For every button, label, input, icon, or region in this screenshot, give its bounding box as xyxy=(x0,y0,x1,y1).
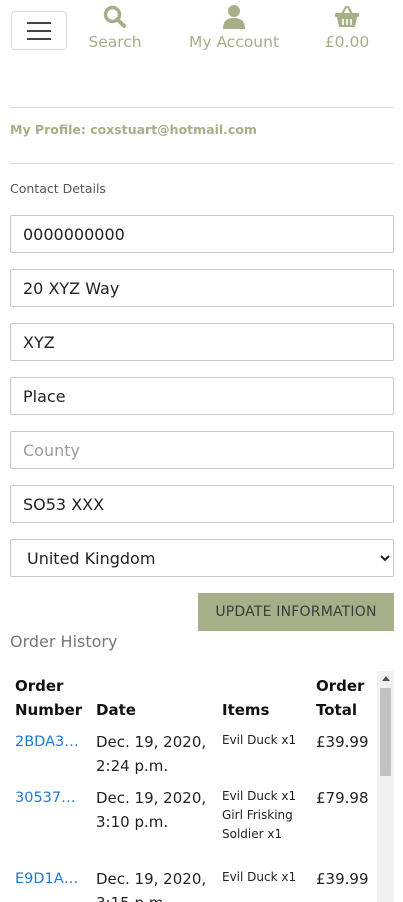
divider xyxy=(10,107,394,108)
order-total: £39.99 xyxy=(316,870,369,888)
column-header-order-total: Order Total xyxy=(316,677,365,719)
order-number-link[interactable]: E9D1A… xyxy=(15,867,85,891)
address-line1-field[interactable] xyxy=(10,269,394,307)
divider xyxy=(10,163,394,164)
order-history-heading: Order History xyxy=(10,632,118,651)
phone-field[interactable] xyxy=(10,215,394,253)
order-items: Evil Duck x1 xyxy=(222,870,297,884)
nav-account-link[interactable]: My Account xyxy=(184,4,284,52)
nav-search-link[interactable]: Search xyxy=(84,4,146,52)
basket-icon xyxy=(335,5,359,27)
nav-search-label: Search xyxy=(88,33,142,51)
nav-account-label: My Account xyxy=(188,33,280,51)
order-total: £39.99 xyxy=(316,733,369,751)
basket-total: £0.00 xyxy=(324,33,370,51)
county-field[interactable] xyxy=(10,431,394,469)
town-field[interactable] xyxy=(10,377,394,415)
column-header-order-number: Order Number xyxy=(15,677,83,719)
column-header-date: Date xyxy=(96,701,136,719)
contact-details-heading: Contact Details xyxy=(10,181,106,196)
table-scrollbar[interactable] xyxy=(377,671,394,902)
nav-basket-link[interactable]: £0.00 xyxy=(320,4,374,52)
order-date: Dec. 19, 2020, 3:15 p.m. xyxy=(96,870,207,902)
order-history-table: Order Number Date Items Order Total 2BDA… xyxy=(10,671,394,902)
search-icon xyxy=(103,5,126,28)
column-header-items: Items xyxy=(222,701,270,719)
order-total: £79.98 xyxy=(316,789,369,807)
order-items: Evil Duck x1 Girl Frisking Soldier x1 xyxy=(222,789,297,841)
profile-title: My Profile: coxstuart@hotmail.com xyxy=(10,122,257,137)
address-line2-field[interactable] xyxy=(10,323,394,361)
menu-icon-bar xyxy=(27,21,51,24)
order-date: Dec. 19, 2020, 3:10 p.m. xyxy=(96,789,207,831)
menu-icon-bar xyxy=(27,37,51,40)
update-information-button[interactable]: UPDATE INFORMATION xyxy=(198,593,394,631)
order-number-link[interactable]: 30537… xyxy=(15,786,85,810)
country-select[interactable]: United Kingdom xyxy=(10,539,394,577)
postcode-field[interactable] xyxy=(10,485,394,523)
user-icon xyxy=(223,5,245,29)
menu-toggle-button[interactable] xyxy=(11,11,67,50)
scrollbar-thumb[interactable] xyxy=(380,688,391,776)
chevron-up-icon[interactable] xyxy=(377,671,394,685)
order-items: Evil Duck x1 xyxy=(222,733,297,747)
order-number-link[interactable]: 2BDA3… xyxy=(15,730,85,754)
menu-icon-bar xyxy=(27,29,51,32)
order-date: Dec. 19, 2020, 2:24 p.m. xyxy=(96,733,207,775)
